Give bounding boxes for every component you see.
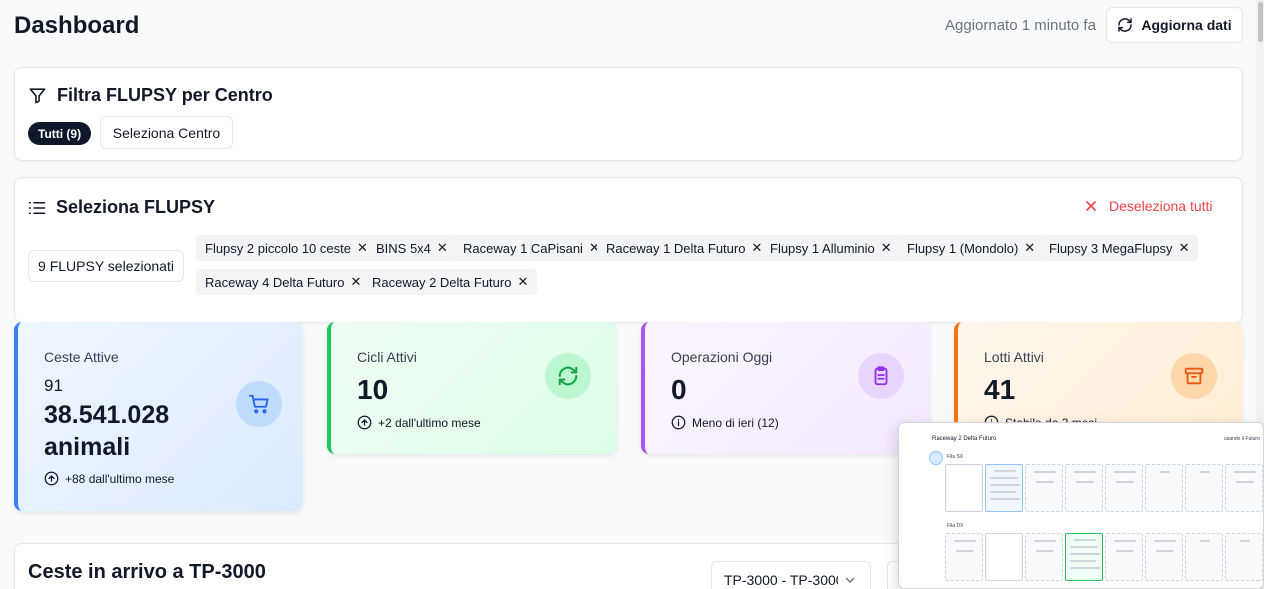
chip-remove-icon[interactable]: ✕ — [1179, 240, 1190, 256]
preview-basket-cell — [1185, 533, 1223, 581]
destination-select-value: TP-3000 - TP-3000 — [724, 572, 838, 588]
preview-basket-cell — [1065, 464, 1103, 512]
preview-basket-cell — [1225, 533, 1263, 581]
filter-all-pill[interactable]: Tutti (9) — [28, 122, 92, 145]
filter-center-title: Filtra FLUPSY per Centro — [57, 85, 273, 105]
chip-remove-icon[interactable]: ✕ — [881, 240, 892, 256]
refresh-data-label: Aggiorna dati — [1141, 17, 1232, 33]
top-bar: Dashboard Aggiornato 1 minuto fa Aggiorn… — [0, 0, 1264, 52]
stat-trend: +2 dall'ultimo mese — [357, 415, 481, 430]
stat-value: 10 — [357, 374, 389, 405]
stat-card-cicli[interactable]: Cicli Attivi 10 +2 dall'ultimo mese — [327, 322, 617, 454]
cart-icon — [236, 381, 282, 427]
list-icon — [28, 200, 46, 216]
info-circle-icon — [671, 415, 686, 430]
preview-basket-cell — [945, 464, 983, 512]
stat-trend: Meno di ieri (12) — [671, 415, 779, 430]
stat-count: 91 — [44, 376, 63, 395]
stat-value: 41 — [984, 374, 1016, 405]
arrow-up-circle-icon — [357, 415, 372, 430]
stat-trend-text: +2 dall'ultimo mese — [378, 415, 481, 430]
stat-label: Cicli Attivi — [357, 349, 417, 365]
preview-basket-cell — [1185, 464, 1223, 512]
chip-remove-icon[interactable]: ✕ — [437, 240, 448, 256]
flupsy-chip[interactable]: Raceway 2 Delta Futuro ✕ — [363, 269, 538, 295]
clipboard-icon — [858, 353, 904, 399]
preview-title: Raceway 2 Delta Futuro — [932, 436, 997, 442]
chip-remove-icon[interactable]: ✕ — [1024, 240, 1035, 256]
stat-card-ceste[interactable]: Ceste Attive 91 38.541.028 animali +88 d… — [14, 322, 303, 511]
preview-basket-cell — [1145, 533, 1183, 581]
flupsy-chip[interactable]: Flupsy 2 piccolo 10 ceste ✕ — [196, 235, 377, 261]
preview-basket-cell — [1105, 533, 1143, 581]
stat-trend-text: Meno di ieri (12) — [692, 415, 779, 430]
preview-basket-cell — [1025, 464, 1063, 512]
page-title: Dashboard — [14, 12, 140, 39]
select-center-button[interactable]: Seleziona Centro — [100, 116, 233, 149]
refresh-icon — [545, 353, 591, 399]
scrollbar-thumb[interactable] — [1258, 2, 1263, 42]
stat-label: Lotti Attivi — [984, 349, 1044, 365]
select-flupsy-card: Seleziona FLUPSY Deseleziona tutti 9 FLU… — [14, 177, 1243, 323]
flupsy-chip[interactable]: Raceway 1 CaPisani ✕ — [454, 235, 609, 261]
stat-trend-text: +88 dall'ultimo mese — [65, 471, 175, 486]
preview-basket-cell — [1145, 464, 1183, 512]
preview-basket-cell — [1225, 464, 1263, 512]
filter-center-card: Filtra FLUPSY per Centro Tutti (9) Selez… — [14, 67, 1243, 161]
selected-count-button[interactable]: 9 FLUPSY selezionati — [28, 250, 184, 282]
last-updated-text: Aggiornato 1 minuto fa — [945, 17, 1096, 34]
flupsy-chip[interactable]: Flupsy 1 (Mondolo) ✕ — [898, 235, 1045, 261]
chip-remove-icon[interactable]: ✕ — [517, 274, 528, 290]
flupsy-chip-label: Raceway 1 Delta Futuro — [606, 240, 746, 256]
flupsy-chip-label: Flupsy 3 MegaFlupsy — [1049, 240, 1173, 256]
chevron-down-icon — [844, 574, 856, 586]
deselect-all-button[interactable]: Deseleziona tutti — [1085, 198, 1213, 214]
preview-basket-cell — [1025, 533, 1063, 581]
select-flupsy-title: Seleziona FLUPSY — [56, 197, 216, 217]
deselect-all-label: Deseleziona tutti — [1109, 198, 1213, 214]
flupsy-chip-label: Raceway 1 CaPisani — [463, 240, 583, 256]
refresh-data-button[interactable]: Aggiorna dati — [1106, 7, 1243, 43]
preview-row-label: Fila DX — [947, 523, 964, 529]
flupsy-chip-label: Raceway 2 Delta Futuro — [372, 274, 512, 290]
preview-right-text: usando il Futuro — [1224, 436, 1260, 442]
chip-remove-icon[interactable]: ✕ — [350, 274, 361, 290]
close-icon — [1085, 200, 1097, 212]
flupsy-chip-label: BINS 5x4 — [376, 240, 431, 256]
stat-label: Ceste Attive — [44, 349, 119, 365]
preview-basket-cell — [1065, 533, 1103, 581]
filter-icon — [28, 86, 47, 105]
flupsy-chip[interactable]: Flupsy 3 MegaFlupsy ✕ — [1040, 235, 1199, 261]
stat-trend: +88 dall'ultimo mese — [44, 471, 174, 486]
preview-basket-cell — [945, 533, 983, 581]
stat-value: 38.541.028 — [44, 401, 170, 429]
flupsy-chip[interactable]: Raceway 1 Delta Futuro ✕ — [597, 235, 772, 261]
preview-logo-icon — [929, 451, 943, 465]
select-flupsy-heading: Seleziona FLUPSY — [28, 197, 215, 218]
flupsy-chip-label: Raceway 4 Delta Futuro — [205, 274, 345, 290]
preview-row-label: Fila SX — [947, 454, 964, 460]
destination-select[interactable]: TP-3000 - TP-3000 — [711, 561, 871, 589]
flupsy-preview-popup[interactable]: Raceway 2 Delta Futuro usando il Futuro … — [898, 422, 1264, 589]
preview-basket-cell — [985, 533, 1023, 581]
refresh-icon — [1117, 17, 1133, 33]
flupsy-chip[interactable]: Flupsy 1 Alluminio ✕ — [761, 235, 901, 261]
flupsy-chip-label: Flupsy 1 Alluminio — [770, 240, 875, 256]
box-icon — [1171, 353, 1217, 399]
flupsy-chip-label: Flupsy 1 (Mondolo) — [907, 240, 1019, 256]
stat-value: 0 — [671, 374, 687, 405]
preview-basket-cell — [985, 464, 1023, 512]
flupsy-chip[interactable]: BINS 5x4 ✕ — [367, 235, 457, 261]
stat-label: Operazioni Oggi — [671, 349, 773, 365]
arrow-up-circle-icon — [44, 471, 59, 486]
stat-card-operazioni[interactable]: Operazioni Oggi 0 Meno di ieri (12) — [641, 322, 930, 454]
flupsy-chip-label: Flupsy 2 piccolo 10 ceste — [205, 240, 351, 256]
stat-unit: animali — [44, 433, 131, 461]
flupsy-chip[interactable]: Raceway 4 Delta Futuro ✕ — [196, 269, 371, 295]
preview-basket-cell — [1105, 464, 1143, 512]
filter-center-heading: Filtra FLUPSY per Centro — [28, 85, 273, 106]
arrivals-title: Ceste in arrivo a TP-3000 — [28, 561, 266, 583]
